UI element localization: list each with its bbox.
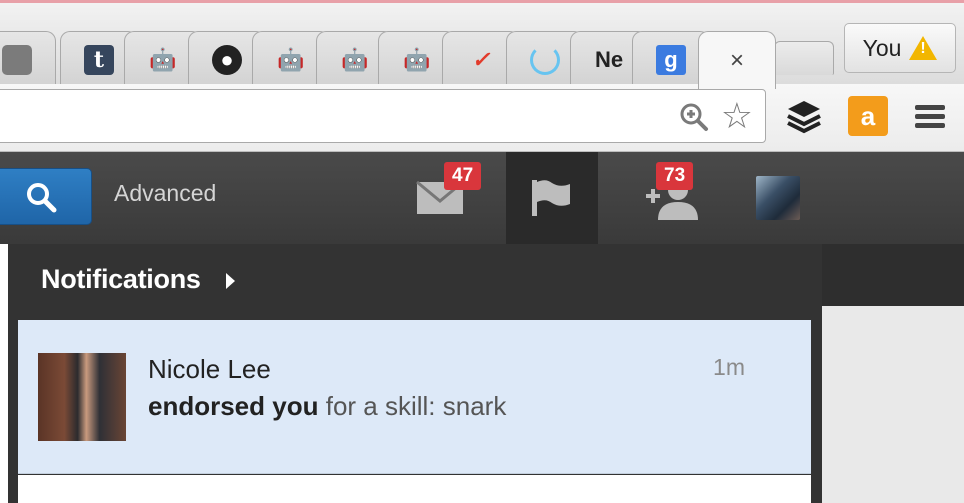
amazon-icon[interactable]: a: [848, 96, 888, 136]
chevron-right-icon[interactable]: [226, 273, 235, 289]
browser-tab-strip: t 🤖 ● 🤖 🤖 🤖 ✓ Ne g × You: [0, 0, 964, 89]
text-favicon: Ne: [594, 46, 624, 72]
profile-label: You: [862, 34, 902, 61]
list-item: [18, 475, 811, 503]
apple-icon: [2, 44, 32, 75]
notification-action: endorsed you: [148, 391, 319, 421]
android-icon: 🤖: [149, 46, 177, 72]
android-icon: 🤖: [341, 46, 369, 72]
zoom-icon[interactable]: [679, 102, 709, 132]
avatar[interactable]: [38, 353, 126, 441]
bookmark-star-icon[interactable]: ☆: [721, 96, 753, 136]
notifications-dropdown: Notifications Nicole Lee endorsed you fo…: [8, 244, 822, 503]
close-icon[interactable]: ×: [730, 47, 744, 75]
site-header: Advanced 47 73: [0, 152, 964, 244]
notification-time: 1m: [713, 354, 745, 380]
search-icon: [27, 182, 57, 212]
android-icon: 🤖: [403, 46, 431, 72]
browser-tab[interactable]: [0, 31, 56, 87]
menu-icon[interactable]: [910, 96, 950, 136]
android-icon: 🤖: [277, 46, 305, 72]
advanced-search-link[interactable]: Advanced: [114, 180, 216, 207]
profile-button[interactable]: You: [844, 23, 956, 73]
notification-detail: for a skill: snark: [325, 391, 507, 421]
search-button[interactable]: [0, 168, 92, 225]
github-icon: ●: [212, 44, 242, 75]
profile-nav[interactable]: [740, 152, 816, 244]
google-icon: g: [656, 44, 686, 75]
messages-nav[interactable]: 47: [400, 152, 482, 244]
warning-icon: [909, 36, 938, 60]
nike-icon: ✓: [471, 46, 491, 72]
avatar: [756, 176, 800, 220]
notifications-nav[interactable]: [506, 152, 598, 244]
address-bar[interactable]: ☆: [0, 89, 766, 143]
browser-tab-active[interactable]: ×: [698, 31, 776, 89]
messages-badge: 47: [444, 162, 482, 190]
buffer-icon[interactable]: [784, 96, 824, 136]
power-icon: [530, 44, 560, 75]
invitations-badge: 73: [656, 162, 694, 190]
notification-text: endorsed you for a skill: snark: [148, 391, 506, 422]
notifications-title[interactable]: Notifications: [41, 264, 201, 295]
flag-icon: [532, 180, 570, 216]
browser-toolbar: ☆ a: [0, 84, 964, 152]
notification-actor[interactable]: Nicole Lee: [148, 354, 271, 385]
page-subnav: [822, 244, 964, 306]
notification-item[interactable]: Nicole Lee endorsed you for a skill: sna…: [18, 320, 811, 474]
tumblr-icon: t: [84, 44, 114, 75]
new-tab-button[interactable]: [774, 41, 834, 75]
invitations-nav[interactable]: 73: [626, 152, 718, 244]
